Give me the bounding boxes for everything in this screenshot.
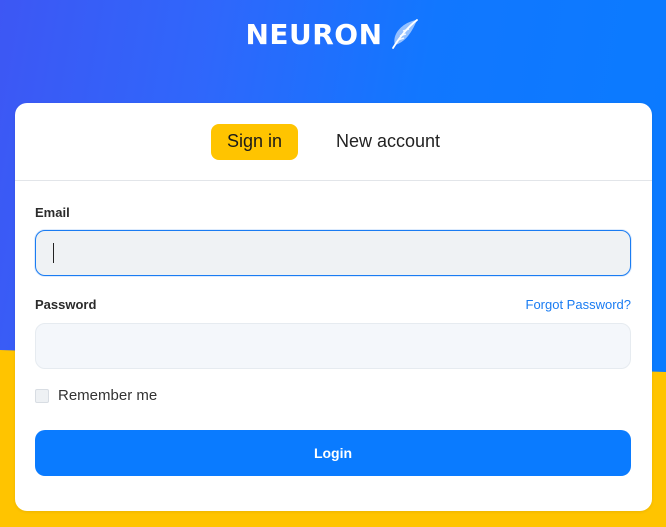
tab-sign-in[interactable]: Sign in: [210, 123, 298, 160]
login-button[interactable]: Login: [35, 430, 631, 476]
forgot-password-link[interactable]: Forgot Password?: [526, 297, 632, 312]
text-caret: [53, 243, 54, 263]
password-label: Password: [35, 297, 97, 312]
remember-me[interactable]: Remember me: [35, 387, 157, 404]
brand-logo: NEURON: [0, 14, 666, 54]
feather-icon: [391, 19, 418, 49]
email-label: Email: [35, 205, 70, 220]
remember-label: Remember me: [58, 387, 158, 404]
auth-tabs: Sign in New account: [15, 103, 652, 181]
tab-new-account[interactable]: New account: [320, 124, 456, 160]
login-card: Sign in New account Email Password Forgo…: [15, 103, 652, 511]
email-field[interactable]: [35, 230, 631, 276]
brand-name: NEURON: [245, 17, 383, 51]
remember-checkbox[interactable]: [35, 388, 49, 403]
password-field[interactable]: [35, 323, 631, 369]
